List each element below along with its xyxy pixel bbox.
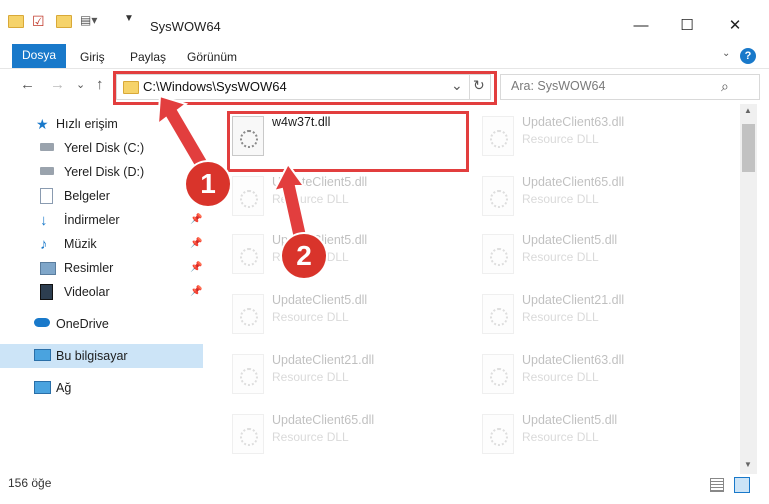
- scrollbar-thumb[interactable]: [742, 124, 755, 172]
- large-icons-view-icon[interactable]: [734, 477, 750, 493]
- step-badge-2: 2: [282, 234, 326, 278]
- arrow-to-file: [272, 162, 310, 245]
- step-badge-1: 1: [186, 162, 230, 206]
- annotation-arrows: [156, 94, 310, 245]
- item-count: 156 öğe: [8, 476, 52, 490]
- scroll-up-icon[interactable]: ▲: [744, 106, 752, 115]
- details-view-icon[interactable]: [710, 478, 724, 492]
- scroll-down-icon[interactable]: ▼: [744, 460, 752, 469]
